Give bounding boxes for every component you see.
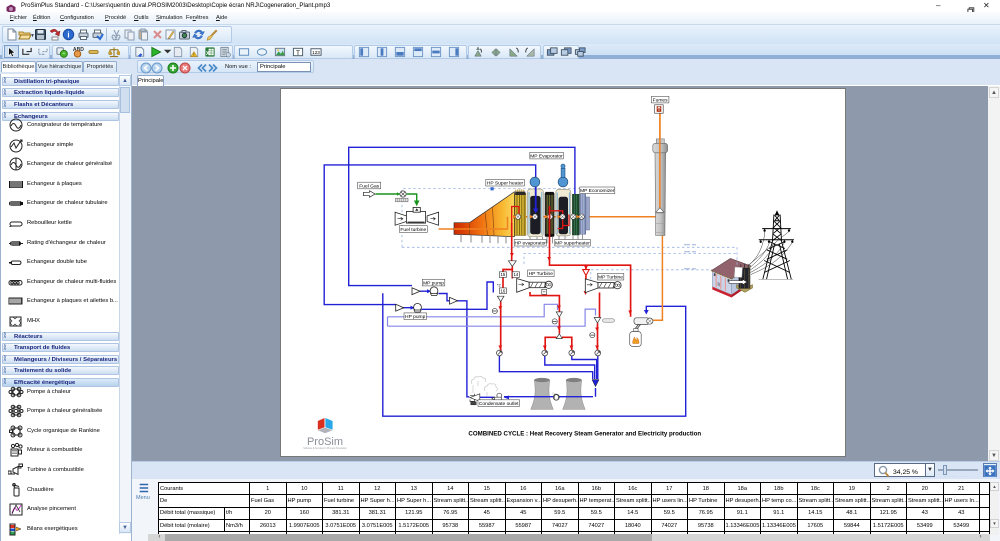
svg-text:HP evaporator: HP evaporator [514,241,546,247]
svg-text:Software & Services In Process: Software & Services In Process Simulatio… [303,447,347,450]
svg-text:*2: *2 [497,284,501,288]
svg-text:i: i [67,31,69,40]
svg-text:15: 15 [500,272,505,277]
svg-text:HP Turbine: HP Turbine [529,271,554,277]
svg-text:Condensate outlet: Condensate outlet [479,401,519,407]
svg-text:34,25 %: 34,25 % [893,469,918,476]
svg-text:Fuel turbine: Fuel turbine [400,227,426,233]
svg-text:14: 14 [513,272,518,277]
svg-text:MP Evaporator: MP Evaporator [530,153,563,159]
svg-text:MP Turbine: MP Turbine [598,275,623,281]
svg-text:MP superheater: MP superheater [555,241,590,247]
svg-text:COMBINED CYCLE : Heat Recovery: COMBINED CYCLE : Heat Recovery Steam Gen… [468,431,701,438]
svg-text:X: X [206,51,210,57]
svg-text:123: 123 [312,50,320,55]
svg-text:MP Economizer: MP Economizer [580,188,615,194]
svg-text:HP Super heater: HP Super heater [487,181,524,187]
svg-text:ProSim: ProSim [307,436,343,448]
svg-text:Fumes: Fumes [653,97,669,103]
svg-text:!: ! [193,52,194,57]
svg-text:T: T [296,50,300,57]
svg-text:MP pump: MP pump [423,280,444,286]
svg-text:HP pump: HP pump [405,314,426,320]
svg-text:16: 16 [500,288,505,293]
svg-text:Fuel Gas: Fuel Gas [359,183,379,189]
